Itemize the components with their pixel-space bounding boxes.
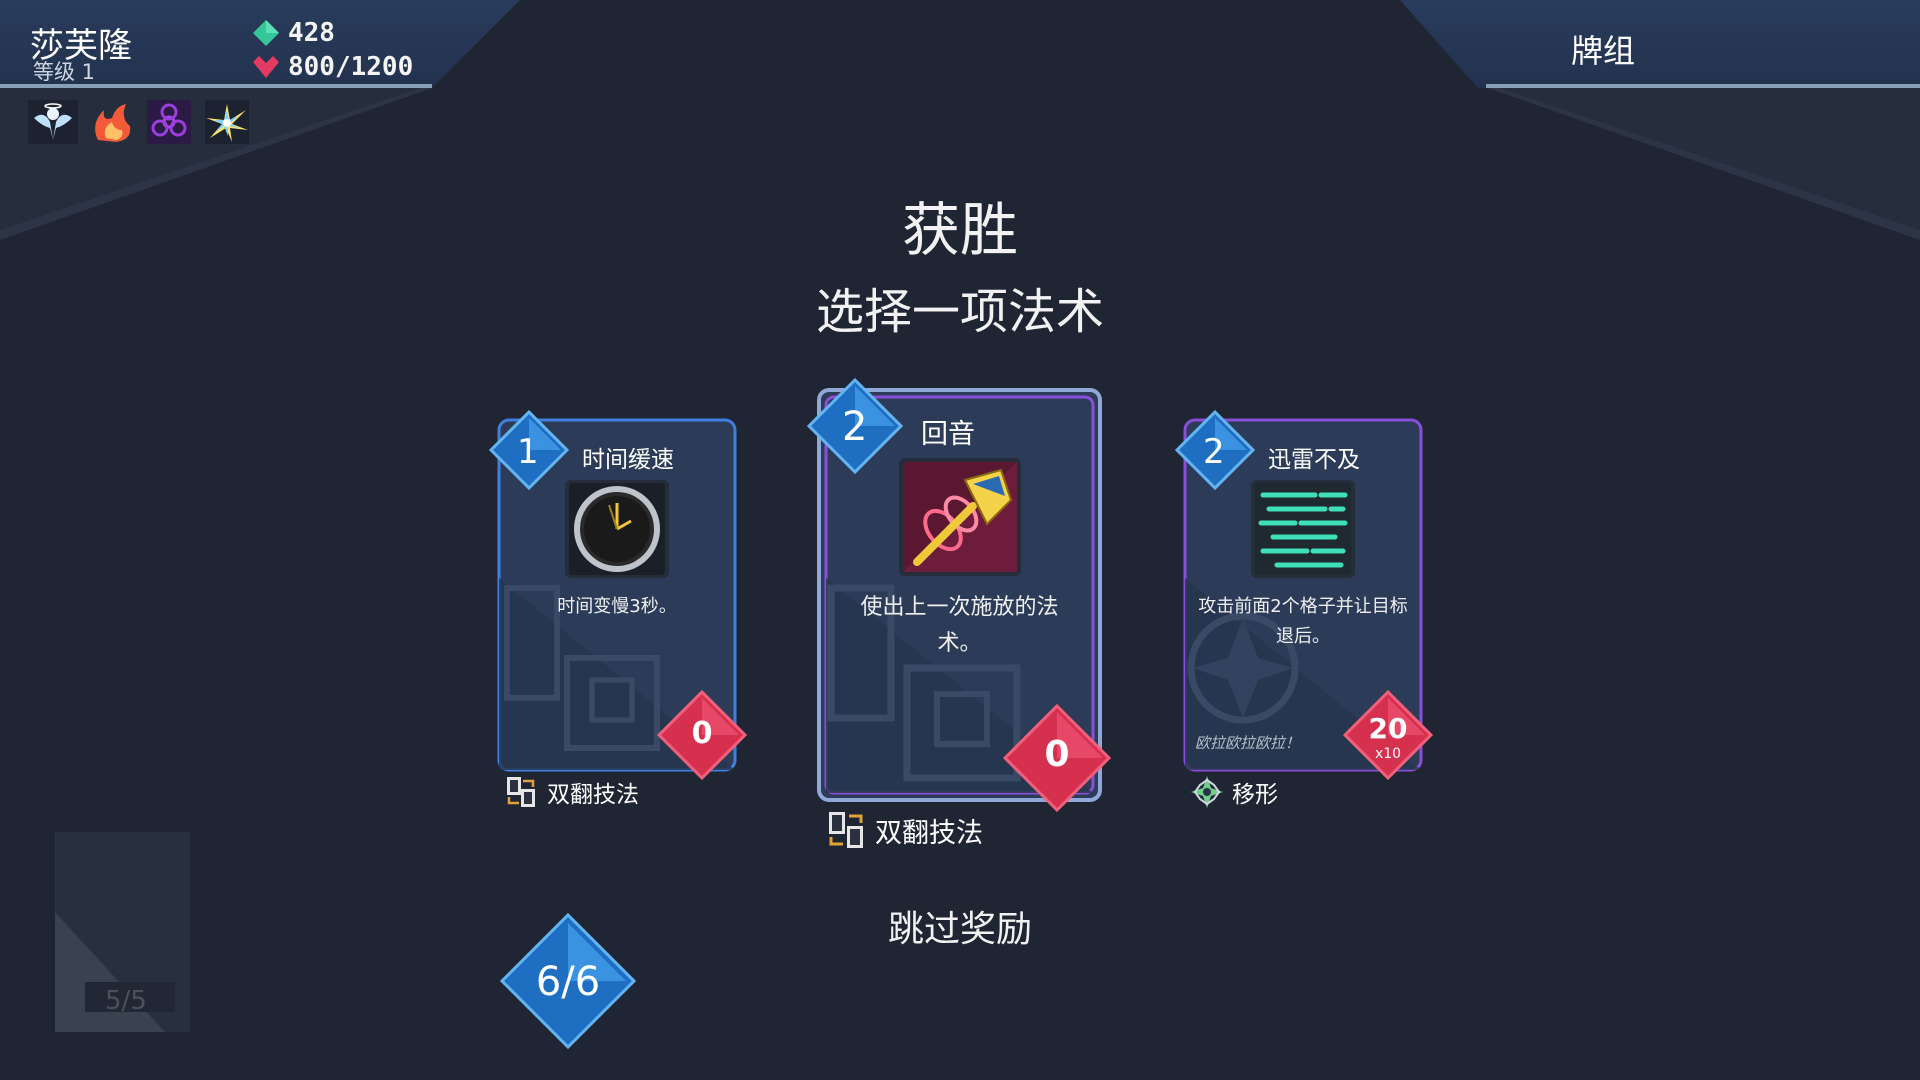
deck-panel-edge [1486, 84, 1920, 88]
victory-title: 获胜 [901, 196, 1018, 264]
card-name: 迅雷不及 [1268, 447, 1360, 473]
card-damage: 0 [691, 716, 713, 751]
spell-card-lightning-speed[interactable]: 2 迅雷不及 攻击前面2个格子并让目标退后。 欧拉欧拉欧拉！ 20 x10 [1175, 410, 1433, 780]
card-description: 使出上一次施放的法术。 [860, 595, 1059, 657]
biohazard-icon[interactable] [144, 100, 194, 144]
double-flip-icon [829, 812, 863, 848]
card-name: 时间缓速 [582, 447, 674, 473]
deck-panel [1400, 0, 1920, 88]
card-cost: 2 [1203, 432, 1225, 472]
ghost-counter: 5/5 [105, 986, 147, 1016]
card-flavor-text: 欧拉欧拉欧拉！ [1195, 734, 1301, 752]
skip-reward-button[interactable]: 跳过奖励 [0, 900, 1920, 952]
shuriken-icon [1191, 776, 1223, 808]
deck-button[interactable]: 牌组 [1571, 26, 1635, 72]
heart-icon [253, 56, 279, 78]
hp-stat: 800/1200 [252, 52, 413, 82]
speed-lines-icon [1251, 480, 1355, 578]
player-level: 等级 1 [33, 60, 96, 84]
card-cost: 1 [517, 432, 539, 472]
gold-stat: 428 [252, 18, 335, 48]
card-name: 回音 [921, 419, 975, 450]
angel-icon[interactable] [28, 100, 78, 144]
card-damage: 0 [1044, 734, 1070, 775]
card-footer-double-flip: 双翻技法 [827, 810, 983, 850]
choose-spell-title: 选择一项法术 [815, 284, 1104, 340]
pick-counter-value: 6/6 [535, 959, 601, 1005]
gold-value: 428 [288, 18, 335, 48]
card-footer-double-flip: 双翻技法 [505, 775, 639, 809]
gem-icon [253, 20, 279, 46]
relic-bar [28, 100, 252, 144]
double-flip-icon [507, 777, 535, 807]
card-damage-multiplier: x10 [1374, 746, 1402, 762]
flame-icon[interactable] [86, 100, 136, 144]
hp-value: 800/1200 [288, 52, 414, 82]
prism-burst-icon[interactable] [202, 100, 252, 144]
spell-card-echo[interactable]: 2 回音 使出上一次施放的法术。 0 [807, 378, 1111, 812]
card-footer-label: 双翻技法 [875, 817, 983, 849]
card-description: 时间变慢3秒。 [557, 596, 677, 617]
card-footer-label: 双翻技法 [547, 782, 639, 808]
pick-counter: 6/6 [499, 912, 637, 1050]
clock-icon [565, 480, 669, 578]
card-description: 攻击前面2个格子并让目标退后。 [1198, 596, 1408, 647]
spell-card-time-slow[interactable]: 1 时间缓速 时间变慢3秒。 0 [489, 410, 747, 780]
echo-hammer-icon [899, 458, 1021, 576]
card-footer-shift: 移形 [1190, 775, 1278, 809]
card-cost: 2 [842, 404, 868, 450]
card-damage: 20 [1368, 712, 1408, 745]
card-footer-label: 移形 [1232, 782, 1278, 808]
